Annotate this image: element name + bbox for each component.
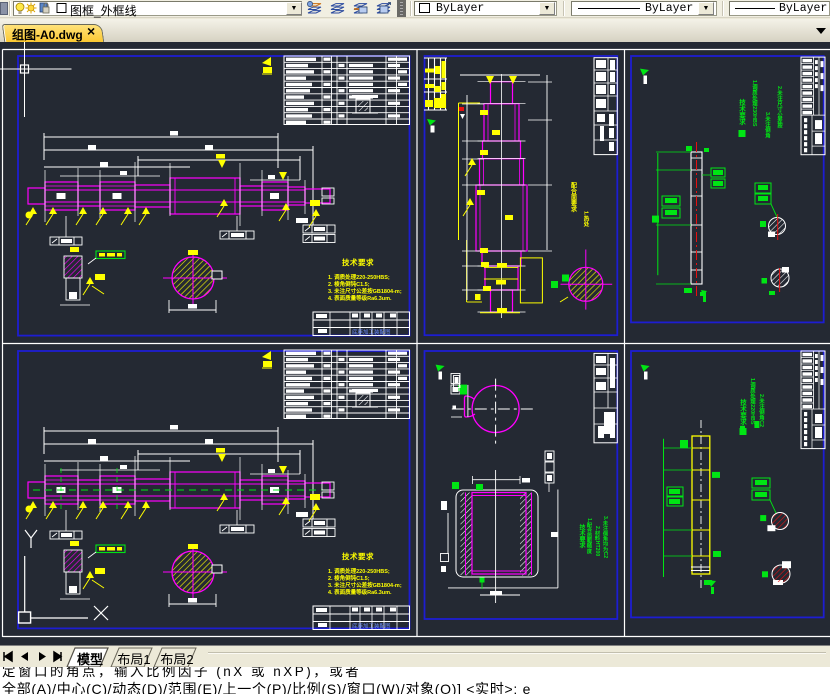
svg-text:底座加工装配图: 底座加工装配图 — [352, 328, 391, 336]
svg-text:3. 未注尺寸公差按GB1804-m;: 3. 未注尺寸公差按GB1804-m; — [328, 581, 402, 589]
svg-text:1.配合面粗糙度: 1.配合面粗糙度 — [586, 518, 592, 555]
svg-text:2. 棱角倒钝C1.5;: 2. 棱角倒钝C1.5; — [328, 574, 370, 582]
svg-text:1. 调质处理220-250HBS;: 1. 调质处理220-250HBS; — [328, 273, 390, 281]
svg-text:技术要求: 技术要求 — [342, 551, 374, 561]
svg-text:4. 表面质量等级Ra6.3um.: 4. 表面质量等级Ra6.3um. — [328, 294, 392, 302]
svg-text:3.未注倒角: 3.未注倒角 — [764, 112, 772, 139]
svg-text:技术要求: 技术要求 — [738, 98, 747, 127]
svg-text:1. 调质处理220-250HBS;: 1. 调质处理220-250HBS; — [328, 567, 390, 575]
svg-text:1.调质处理230HBS: 1.调质处理230HBS — [751, 80, 759, 127]
svg-text:技术要求: 技术要求 — [578, 523, 585, 549]
svg-text:3. 未注尺寸公差按GB1804-m;: 3. 未注尺寸公差按GB1804-m; — [328, 287, 402, 295]
svg-text:3.未注倒角均为C2: 3.未注倒角均为C2 — [602, 516, 609, 558]
svg-text:技术要求: 技术要求 — [739, 398, 748, 427]
svg-text:配合面要求: 配合面要求 — [570, 181, 577, 213]
svg-text:底座加工装配图: 底座加工装配图 — [352, 622, 391, 630]
svg-text:2. 棱角倒钝C1.5;: 2. 棱角倒钝C1.5; — [328, 280, 370, 288]
svg-text:2.材料HT200: 2.材料HT200 — [594, 526, 601, 556]
svg-text:4. 表面质量等级Ra6.3um.: 4. 表面质量等级Ra6.3um. — [328, 588, 392, 596]
svg-text:技术要求: 技术要求 — [342, 257, 374, 267]
svg-text:1.调质处理220HBS: 1.调质处理220HBS — [749, 378, 757, 425]
svg-text:2.未注尺寸公差按: 2.未注尺寸公差按 — [776, 86, 783, 130]
svg-text:2.未注倒角C2: 2.未注倒角C2 — [758, 394, 766, 427]
svg-text:1.热处: 1.热处 — [583, 211, 591, 228]
